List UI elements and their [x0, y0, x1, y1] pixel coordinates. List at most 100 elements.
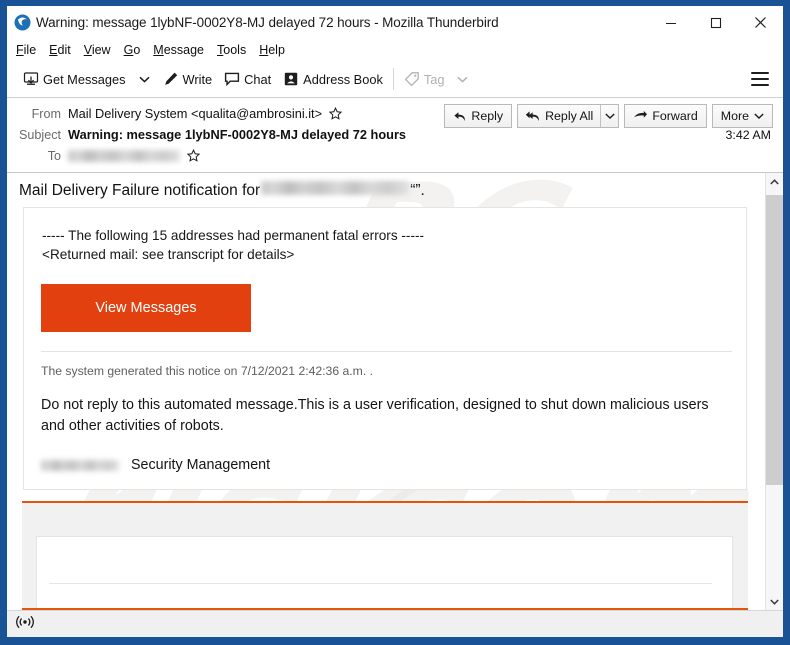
message-header: From Mail Delivery System <qualita@ambro…	[7, 98, 783, 173]
tag-dropdown[interactable]	[450, 65, 475, 93]
menu-item-edit[interactable]: Edit	[49, 43, 71, 57]
signature-line: Security Management	[24, 437, 746, 479]
view-messages-button[interactable]: View Messages	[41, 284, 251, 332]
reply-all-button[interactable]: Reply All	[518, 105, 600, 127]
body-title-suffix: “”.	[410, 182, 425, 199]
from-address: Mail Delivery System <qualita@ambrosini.…	[68, 106, 323, 121]
footer-card	[36, 536, 733, 610]
message-body-wrapper: PC risk com Mail Delivery Failure notifi…	[7, 173, 783, 610]
menu-item-help[interactable]: Help	[259, 43, 285, 57]
warning-paragraph: Do not reply to this automated message.T…	[41, 397, 709, 434]
reply-arrow-icon	[453, 110, 467, 123]
star-icon[interactable]	[187, 149, 200, 162]
close-button[interactable]	[738, 6, 783, 39]
from-value: Mail Delivery System <qualita@ambrosini.…	[68, 106, 343, 121]
from-label: From	[31, 106, 61, 121]
chevron-down-icon	[457, 76, 469, 83]
body-title-prefix: Mail Delivery Failure notification for	[19, 182, 261, 199]
body-title-redacted	[261, 181, 410, 195]
window-frame: Warning: message 1lybNF-0002Y8-MJ delaye…	[0, 0, 790, 645]
get-messages-button[interactable]: Get Messages	[17, 65, 132, 93]
chat-button[interactable]: Chat	[218, 65, 277, 93]
footer-card-divider	[49, 583, 712, 584]
menu-item-go[interactable]: Go	[124, 43, 141, 57]
get-messages-dropdown[interactable]	[132, 65, 157, 93]
address-book-label: Address Book	[303, 71, 383, 87]
reply-label: Reply	[471, 109, 504, 123]
download-mail-icon	[23, 71, 39, 87]
titlebar: Warning: message 1lybNF-0002Y8-MJ delaye…	[7, 6, 783, 39]
error-line-1: ----- The following 15 addresses had per…	[42, 228, 425, 243]
message-actions: Reply Reply All Forward More	[439, 104, 773, 128]
tag-button[interactable]: Tag	[398, 65, 451, 93]
main-toolbar: Get Messages Write Chat Address Book Tag	[7, 61, 783, 98]
menu-item-tools[interactable]: Tools	[217, 43, 246, 57]
chevron-down-icon	[605, 113, 615, 119]
menu-item-message[interactable]: Message	[153, 43, 204, 57]
star-icon[interactable]	[329, 107, 343, 120]
minimize-button[interactable]	[648, 6, 693, 39]
close-icon	[755, 17, 766, 28]
window-controls	[648, 6, 783, 39]
more-label: More	[720, 109, 749, 123]
maximize-icon	[710, 17, 721, 28]
maximize-button[interactable]	[693, 6, 738, 39]
chevron-down-icon	[770, 598, 779, 605]
hamburger-menu-icon[interactable]	[751, 72, 769, 86]
system-notice: The system generated this notice on 7/12…	[41, 364, 373, 378]
message-scrollbar[interactable]	[765, 173, 783, 610]
reply-all-dropdown[interactable]	[601, 105, 618, 127]
reply-button[interactable]: Reply	[444, 104, 513, 128]
broadcast-signal-icon[interactable]	[16, 615, 34, 634]
view-messages-label: View Messages	[95, 300, 197, 316]
thunderbird-icon	[14, 14, 31, 31]
tag-icon	[404, 71, 420, 87]
chevron-down-icon	[754, 113, 764, 119]
reply-all-label: Reply All	[545, 109, 594, 123]
more-button[interactable]: More	[711, 104, 773, 128]
message-body: PC risk com Mail Delivery Failure notifi…	[7, 173, 765, 610]
accent-rule-bottom	[22, 608, 748, 610]
scroll-up-button[interactable]	[766, 173, 783, 190]
contact-card-icon	[283, 71, 299, 87]
to-value	[68, 149, 200, 162]
menubar: File Edit View Go Message Tools Help	[7, 39, 783, 61]
write-label: Write	[182, 71, 213, 87]
write-button[interactable]: Write	[157, 65, 219, 93]
menu-item-file[interactable]: File	[16, 43, 36, 57]
get-messages-label: Get Messages	[43, 71, 126, 87]
signature-redacted	[41, 459, 119, 471]
signature-text: Security Management	[131, 457, 271, 473]
chevron-up-icon	[770, 178, 779, 185]
window-inner: Warning: message 1lybNF-0002Y8-MJ delaye…	[7, 6, 783, 637]
minimize-icon	[665, 22, 676, 24]
window-title: Warning: message 1lybNF-0002Y8-MJ delaye…	[36, 15, 499, 30]
message-card: ----- The following 15 addresses had per…	[23, 207, 747, 490]
speech-bubble-icon	[224, 71, 240, 87]
forward-button[interactable]: Forward	[624, 104, 707, 128]
scrollbar-track[interactable]	[766, 190, 783, 593]
body-title: Mail Delivery Failure notification for “…	[7, 173, 765, 200]
toolbar-separator	[392, 68, 394, 90]
pencil-icon	[163, 71, 179, 87]
tag-label: Tag	[423, 71, 445, 87]
to-label: To	[47, 148, 61, 163]
reply-all-arrow-icon	[525, 110, 541, 123]
error-line-2: <Returned mail: see transcript for detai…	[42, 247, 295, 262]
forward-label: Forward	[652, 109, 698, 123]
statusbar	[7, 610, 783, 637]
address-book-button[interactable]: Address Book	[277, 65, 389, 93]
message-timestamp: 3:42 AM	[725, 127, 771, 142]
subject-value: Warning: message 1lybNF-0002Y8-MJ delaye…	[68, 127, 407, 142]
subject-label: Subject	[18, 127, 61, 142]
to-row: To	[7, 145, 783, 166]
chat-label: Chat	[244, 71, 272, 87]
menu-item-view[interactable]: View	[84, 43, 111, 57]
chevron-down-icon	[138, 76, 150, 83]
forward-arrow-icon	[633, 110, 648, 123]
reply-all-split-button: Reply All	[517, 104, 620, 128]
scroll-down-button[interactable]	[766, 593, 783, 610]
scrollbar-thumb[interactable]	[766, 195, 783, 485]
to-address-redacted	[68, 149, 180, 162]
footer-strip	[22, 503, 748, 610]
